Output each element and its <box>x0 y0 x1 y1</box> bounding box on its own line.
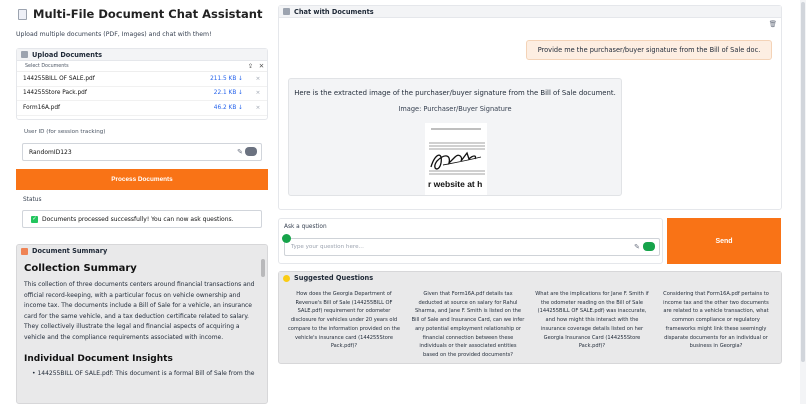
suggestions-header-label: Suggested Questions <box>294 274 374 282</box>
chat-icon <box>283 8 290 15</box>
user-message-bubble: Provide me the purchaser/buyer signature… <box>526 40 772 60</box>
signature-drawing: r website at h <box>428 128 485 189</box>
grammar-icon[interactable] <box>643 242 655 251</box>
app-subtitle: Upload multiple documents (PDF, Images) … <box>16 31 212 38</box>
status-field: ✓ Documents processed successfully! You … <box>22 210 262 228</box>
file-name: 144255BILL OF SALE.pdf <box>23 75 95 82</box>
pencil-icon[interactable]: ✎ <box>237 148 243 156</box>
remove-file-icon[interactable]: × <box>255 105 261 111</box>
select-documents-label: Select Documents <box>25 63 69 69</box>
signature-image-text: r website at h <box>428 179 482 189</box>
file-row: 144255Store Pack.pdf 22.1 KB ↓ × <box>17 87 267 101</box>
suggested-question[interactable]: How does the Georgia Department of Reven… <box>285 290 403 360</box>
user-id-value: RandomID123 <box>29 148 72 156</box>
trash-icon[interactable]: 🗑 <box>769 20 777 28</box>
suggested-question[interactable]: Considering that Form16A.pdf pertains to… <box>657 290 775 360</box>
user-id-field[interactable]: RandomID123 ✎ <box>22 143 262 161</box>
upload-icon[interactable]: ⇪ <box>246 62 255 71</box>
remove-file-icon[interactable]: × <box>255 90 261 96</box>
summary-list-item: • 144255BILL OF SALE.pdf: This document … <box>32 369 255 377</box>
file-row: 144255BILL OF SALE.pdf 211.5 KB ↓ × <box>17 72 267 87</box>
question-panel: Ask a question Type your question here..… <box>278 218 663 264</box>
upload-panel: Upload Documents Select Documents ⇪ ✕ 14… <box>16 48 268 120</box>
chat-header: Chat with Documents <box>279 6 781 18</box>
close-icon[interactable]: ✕ <box>257 62 266 71</box>
suggested-question[interactable]: What are the implications for Jane F. Sm… <box>533 290 651 360</box>
bot-message-text: Here is the extracted image of the purch… <box>294 89 616 97</box>
select-documents-bar[interactable]: Select Documents ⇪ ✕ <box>17 61 267 72</box>
question-input[interactable]: Type your question here... ✎ <box>284 238 660 256</box>
file-row: Form16A.pdf 46.2 KB ↓ × <box>17 101 267 116</box>
document-icon <box>18 8 27 20</box>
signature-image[interactable]: r website at h <box>425 123 487 195</box>
upload-section-icon <box>21 51 28 58</box>
question-placeholder: Type your question here... <box>291 244 364 250</box>
user-message-text: Provide me the purchaser/buyer signature… <box>537 46 761 54</box>
suggested-question[interactable]: Given that Form16A.pdf details tax deduc… <box>409 290 527 360</box>
suggestions-header: Suggested Questions <box>279 272 781 284</box>
summary-header-label: Document Summary <box>32 247 108 255</box>
remove-file-icon[interactable]: × <box>255 76 261 82</box>
summary-heading: Collection Summary <box>24 263 137 274</box>
pencil-icon[interactable]: ✎ <box>634 243 640 251</box>
image-caption: Image: Purchaser/Buyer Signature <box>398 105 512 113</box>
check-icon: ✓ <box>31 215 38 223</box>
suggested-questions-panel: Suggested Questions How does the Georgia… <box>278 271 782 364</box>
upload-header-label: Upload Documents <box>32 50 103 59</box>
file-size-link[interactable]: 211.5 KB ↓ <box>210 76 243 82</box>
user-id-label: User ID (for session tracking) <box>24 129 106 135</box>
file-size-link[interactable]: 46.2 KB ↓ <box>214 105 243 111</box>
process-documents-button[interactable]: Process Documents <box>16 169 268 190</box>
send-button[interactable]: Send <box>667 218 781 264</box>
page-scrollbar-thumb[interactable] <box>801 2 805 362</box>
status-message: Documents processed successfully! You ca… <box>42 215 234 223</box>
summary-scrollbar[interactable] <box>261 259 265 277</box>
summary-paragraph: This collection of three documents cente… <box>24 281 255 341</box>
chat-header-label: Chat with Documents <box>294 7 374 16</box>
file-size-link[interactable]: 22.1 KB ↓ <box>214 90 243 96</box>
summary-subheading: Individual Document Insights <box>24 353 173 364</box>
bot-message-bubble: Here is the extracted image of the purch… <box>288 78 622 196</box>
chat-panel: Chat with Documents 🗑 Provide me the pur… <box>278 5 782 210</box>
page-scrollbar[interactable] <box>800 0 806 404</box>
app-title: Multi-File Document Chat Assistant <box>33 7 263 21</box>
app-header: Multi-File Document Chat Assistant <box>18 6 262 22</box>
lightbulb-icon <box>283 274 290 282</box>
question-label: Ask a question <box>284 224 327 230</box>
grammar-assistant-icon[interactable] <box>282 234 291 243</box>
grammar-icon[interactable] <box>245 147 257 156</box>
file-name: Form16A.pdf <box>23 104 61 111</box>
summary-header: Document Summary <box>17 245 267 257</box>
upload-header: Upload Documents <box>17 49 267 61</box>
file-name: 144255Store Pack.pdf <box>23 90 87 97</box>
document-summary-panel: Document Summary Collection Summary This… <box>16 244 268 404</box>
status-label: Status <box>23 197 42 203</box>
summary-icon <box>21 247 28 255</box>
